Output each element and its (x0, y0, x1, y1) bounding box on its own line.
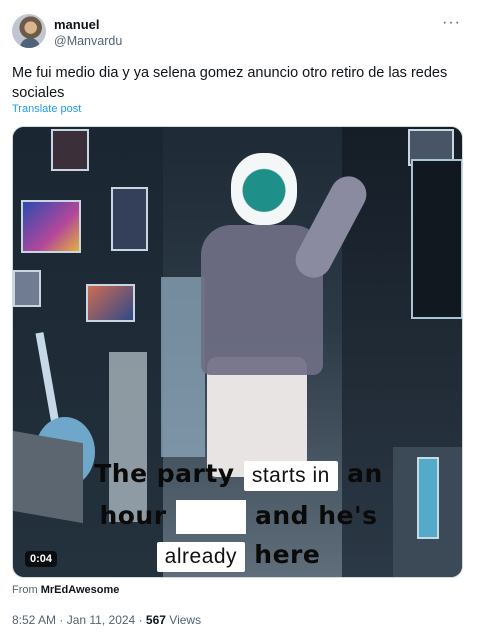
video-player[interactable]: The party starts in an hour and he's alr… (12, 126, 463, 578)
caption-word: an (347, 459, 383, 488)
post-time[interactable]: 8:52 AM (12, 613, 56, 627)
person-head (231, 153, 297, 225)
views-count: 567 (145, 613, 166, 627)
stand (109, 352, 147, 522)
translate-post-link[interactable]: Translate post (12, 103, 81, 115)
caption-blank (175, 500, 246, 534)
video-caption-line: already here (13, 540, 462, 572)
caption-word: already (156, 542, 246, 572)
chair (161, 277, 205, 457)
video-caption-line: hour and he's (13, 500, 462, 534)
video-duration-badge: 0:04 (25, 551, 58, 567)
wall-picture (111, 187, 148, 251)
attribution-prefix: From (12, 584, 38, 596)
views-label: Views (169, 613, 202, 627)
meta-separator: · (138, 613, 143, 627)
wall-picture (21, 200, 81, 253)
caption-word: and he's (254, 501, 378, 530)
author-name[interactable]: manuel (54, 17, 100, 32)
attribution-source-link[interactable]: MrEdAwesome (41, 584, 120, 596)
caption-word: starts in (243, 461, 338, 491)
caption-word: The party (94, 459, 235, 488)
wall-picture (13, 270, 41, 307)
video-caption-line: The party starts in an (13, 459, 462, 491)
post-text: Me fui medio dia y ya selena gomez anunc… (12, 65, 448, 101)
post-meta: 8:52 AM · Jan 11, 2024 · 567 Views (12, 613, 201, 627)
post-header: manuel @Manvardu ··· (12, 14, 465, 54)
caption-word: here (254, 540, 321, 569)
wall-picture (51, 129, 89, 171)
wall-picture (86, 284, 135, 322)
post-date[interactable]: Jan 11, 2024 (67, 613, 136, 627)
author-handle[interactable]: @Manvardu (54, 34, 122, 48)
more-horizontal-icon[interactable]: ··· (442, 14, 461, 32)
wall-screen (411, 159, 462, 319)
media-attribution: From MrEdAwesome (12, 584, 119, 596)
avatar[interactable] (12, 14, 46, 48)
meta-separator: · (59, 613, 64, 627)
caption-word: hour (99, 501, 167, 530)
